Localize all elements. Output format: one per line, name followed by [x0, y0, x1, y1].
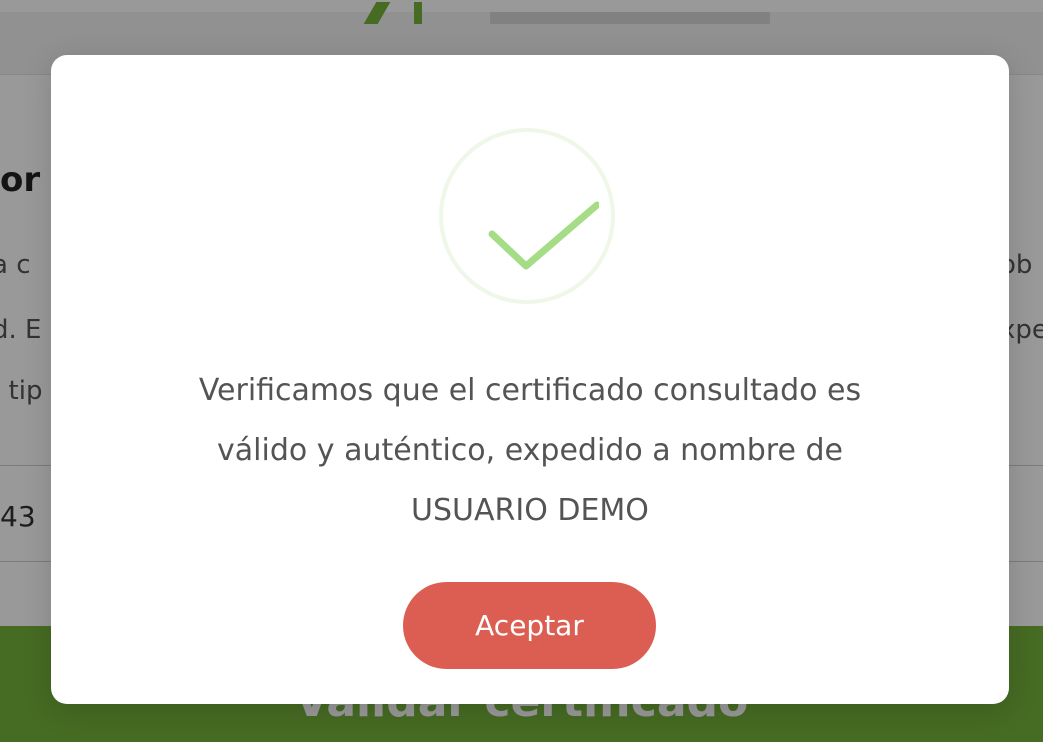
success-check-icon: [488, 201, 599, 270]
verification-dialog: Verificamos que el certificado consultad…: [51, 55, 1009, 704]
message-line-3: USUARIO DEMO: [411, 493, 649, 528]
page: or a c d. E . tip ob xpe 43 Validar cert…: [0, 0, 1043, 742]
message-line-1: Verificamos que el certificado consultad…: [198, 373, 862, 408]
message-line-2: válido y auténtico, expedido a nombre de: [217, 433, 843, 468]
accept-button[interactable]: Aceptar: [403, 582, 656, 669]
verification-message: Verificamos que el certificado consultad…: [111, 361, 949, 541]
